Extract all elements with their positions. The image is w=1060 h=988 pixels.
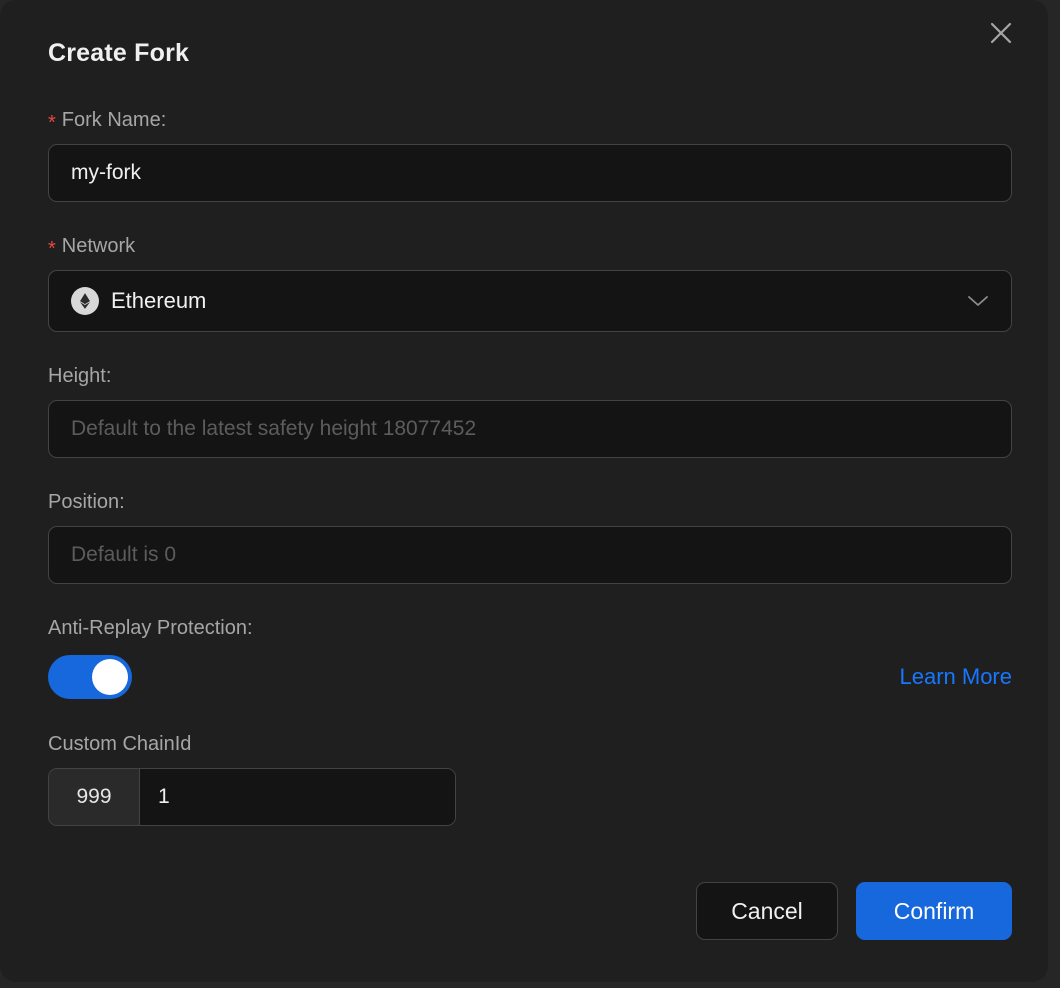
custom-chainid-group: 999 bbox=[48, 768, 456, 826]
network-label-text: Network bbox=[62, 235, 135, 257]
anti-replay-toggle[interactable] bbox=[48, 655, 132, 699]
close-button[interactable] bbox=[984, 16, 1018, 50]
fork-name-label-text: Fork Name: bbox=[62, 109, 166, 131]
toggle-knob bbox=[92, 659, 128, 695]
chevron-down-icon bbox=[967, 294, 989, 308]
required-marker: * bbox=[48, 238, 56, 260]
ethereum-icon bbox=[71, 287, 99, 315]
field-anti-replay: Anti-Replay Protection: Learn More bbox=[48, 616, 1012, 700]
height-input[interactable] bbox=[48, 400, 1012, 458]
field-height: Height: bbox=[48, 364, 1012, 458]
dialog-footer: Cancel Confirm bbox=[696, 882, 1012, 940]
dialog-title: Create Fork bbox=[48, 38, 1012, 68]
custom-chainid-label: Custom ChainId bbox=[48, 732, 1012, 756]
close-icon bbox=[988, 20, 1014, 46]
required-marker: * bbox=[48, 112, 56, 134]
fork-name-label: * Fork Name: bbox=[48, 108, 1012, 132]
position-input[interactable] bbox=[48, 526, 1012, 584]
anti-replay-row: Learn More bbox=[48, 654, 1012, 700]
network-label: * Network bbox=[48, 234, 1012, 258]
cancel-button[interactable]: Cancel bbox=[696, 882, 838, 940]
field-network: * Network Ethereum bbox=[48, 234, 1012, 332]
network-select[interactable]: Ethereum bbox=[48, 270, 1012, 332]
field-position: Position: bbox=[48, 490, 1012, 584]
field-custom-chainid: Custom ChainId 999 bbox=[48, 732, 1012, 826]
dialog-header: Create Fork bbox=[48, 38, 1012, 86]
create-fork-form: * Fork Name: * Network Ethereum bbox=[48, 108, 1012, 826]
chainid-prefix: 999 bbox=[49, 769, 140, 825]
custom-chainid-input[interactable] bbox=[140, 769, 455, 825]
confirm-button[interactable]: Confirm bbox=[856, 882, 1012, 940]
field-fork-name: * Fork Name: bbox=[48, 108, 1012, 202]
learn-more-link[interactable]: Learn More bbox=[899, 664, 1012, 690]
fork-name-input[interactable] bbox=[48, 144, 1012, 202]
anti-replay-label: Anti-Replay Protection: bbox=[48, 616, 1012, 640]
create-fork-dialog: Create Fork * Fork Name: * Network bbox=[0, 0, 1048, 982]
network-selected-value: Ethereum bbox=[111, 288, 206, 314]
position-label: Position: bbox=[48, 490, 1012, 514]
height-label: Height: bbox=[48, 364, 1012, 388]
